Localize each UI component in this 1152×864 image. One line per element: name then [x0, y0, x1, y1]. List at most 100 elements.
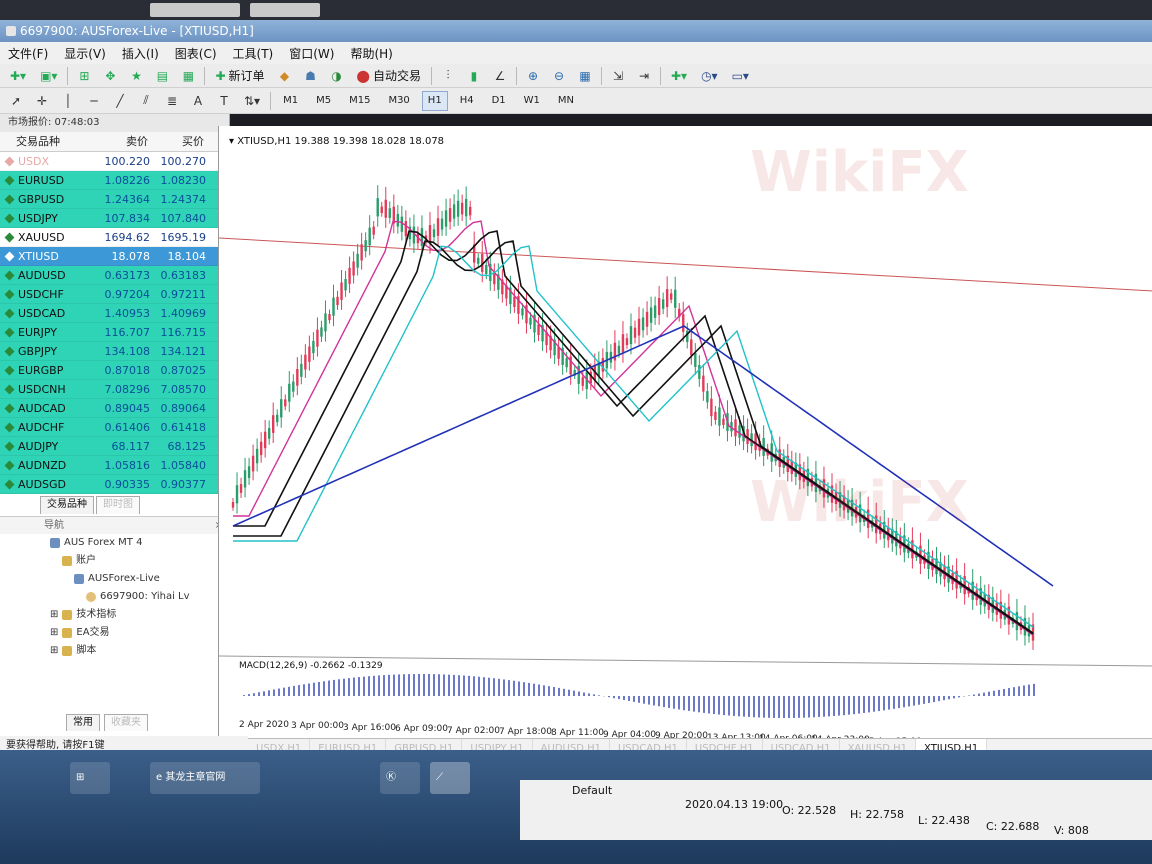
candle-body [706, 391, 709, 403]
symbol-diamond-icon [4, 175, 15, 185]
menu-window[interactable]: 窗口(W) [289, 45, 334, 62]
chart-window[interactable]: ▾ XTIUSD,H1 19.388 19.398 18.028 18.078 … [218, 126, 1152, 752]
ask-price: 107.840 [160, 212, 207, 225]
market-watch-icon[interactable]: ⊞ [74, 66, 94, 86]
symbol-row-usdcad[interactable]: USDCAD 1.40953 1.40969 [0, 304, 229, 323]
bar-chart-icon[interactable]: ⫶ [438, 66, 458, 86]
indicators-icon[interactable]: ✚▾ [667, 66, 691, 86]
trendline-icon[interactable]: ╱ [110, 91, 130, 111]
candle-body [637, 318, 641, 336]
tree-label: 账户 [76, 555, 96, 566]
vertical-line-icon[interactable]: │ [58, 91, 78, 111]
signals-icon[interactable]: ◑ [327, 66, 347, 86]
menu-file[interactable]: 文件(F) [8, 45, 48, 62]
crosshair-icon[interactable]: ✛ [32, 91, 52, 111]
start-button[interactable]: ⊞ [70, 762, 110, 794]
tab-tick-chart[interactable]: 即时图 [96, 496, 140, 514]
symbol-row-gbpjpy[interactable]: GBPJPY 134.108 134.121 [0, 342, 229, 361]
symbol-row-usdcnh[interactable]: USDCNH 7.08296 7.08570 [0, 380, 229, 399]
new-order-button[interactable]: ✚ 新订单 [211, 66, 268, 86]
tree-item-experts[interactable]: ⊞ EA交易 [50, 624, 229, 642]
column-ask[interactable]: 买价 [148, 132, 204, 151]
menu-charts[interactable]: 图表(C) [175, 45, 217, 62]
zoom-out-icon[interactable]: ⊖ [549, 66, 569, 86]
tab-common[interactable]: 常用 [66, 714, 100, 731]
symbol-row-audchf[interactable]: AUDCHF 0.61406 0.61418 [0, 418, 229, 437]
fibonacci-icon[interactable]: ≣ [162, 91, 182, 111]
options-icon[interactable]: ☗ [301, 66, 321, 86]
symbol-row-eurgbp[interactable]: EURGBP 0.87018 0.87025 [0, 361, 229, 380]
text-label-icon[interactable]: T [214, 91, 234, 111]
arrows-icon[interactable]: ⇅▾ [240, 91, 264, 111]
tree-item-terminal[interactable]: AUS Forex MT 4 [50, 534, 229, 552]
window-titlebar[interactable]: 6697900: AUSForex-Live - [XTIUSD,H1] [0, 20, 1152, 42]
taskbar-app[interactable]: Ⓚ [380, 762, 420, 794]
navigator-icon[interactable]: ★ [126, 66, 146, 86]
taskbar-browser[interactable]: e 其龙主章官网 [150, 762, 260, 794]
candle-body [754, 433, 757, 451]
symbol-row-eurusd[interactable]: EURUSD 1.08226 1.08230 [0, 171, 229, 190]
line-chart-icon[interactable]: ∠ [490, 66, 510, 86]
tree-item-accounts[interactable]: 账户 [50, 552, 229, 570]
tree-item-account[interactable]: 6697900: Yihai Lv [50, 588, 229, 606]
symbol-row-audjpy[interactable]: AUDJPY 68.117 68.125 [0, 437, 229, 456]
periods-icon[interactable]: ◷▾ [697, 66, 722, 86]
timeframe-m5[interactable]: M5 [310, 91, 337, 111]
auto-scroll-icon[interactable]: ⇲ [608, 66, 628, 86]
symbol-row-audsgd[interactable]: AUDSGD 0.90335 0.90377 [0, 475, 229, 494]
auto-trading-button[interactable]: ⬤ 自动交易 [353, 66, 425, 86]
timeframe-w1[interactable]: W1 [518, 91, 546, 111]
symbol-row-usdx[interactable]: USDX 100.220 100.270 [0, 152, 229, 171]
symbol-row-gbpusd[interactable]: GBPUSD 1.24364 1.24374 [0, 190, 229, 209]
taskbar-mt4[interactable]: ⟋ [430, 762, 470, 794]
tile-windows-icon[interactable]: ▦ [575, 66, 595, 86]
new-chart-icon[interactable]: ✚▾ [6, 66, 30, 86]
tab-favorites[interactable]: 收藏夹 [104, 714, 148, 731]
cursor-icon[interactable]: ➚ [6, 91, 26, 111]
tree-item-scripts[interactable]: ⊞ 脚本 [50, 642, 229, 660]
terminal-icon[interactable]: ▤ [152, 66, 172, 86]
taskbar-ghost [250, 3, 320, 17]
symbol-row-audcad[interactable]: AUDCAD 0.89045 0.89064 [0, 399, 229, 418]
column-symbol[interactable]: 交易品种 [0, 132, 92, 151]
column-bid[interactable]: 卖价 [92, 132, 148, 151]
symbol-row-eurjpy[interactable]: EURJPY 116.707 116.715 [0, 323, 229, 342]
profile-name[interactable]: Default [572, 784, 612, 797]
symbol-row-usdchf[interactable]: USDCHF 0.97204 0.97211 [0, 285, 229, 304]
horizontal-line-icon[interactable]: ─ [84, 91, 104, 111]
menu-view[interactable]: 显示(V) [64, 45, 106, 62]
expand-icon: ⊞ [50, 645, 59, 656]
symbol-diamond-icon [4, 403, 15, 413]
timeframe-h4[interactable]: H4 [454, 91, 480, 111]
timeframe-h1[interactable]: H1 [421, 90, 448, 111]
symbol-row-audusd[interactable]: AUDUSD 0.63173 0.63183 [0, 266, 229, 285]
symbol-row-xauusd[interactable]: XAUUSD 1694.62 1695.19 [0, 228, 229, 247]
templates-icon[interactable]: ▭▾ [728, 66, 753, 86]
timeframe-m1[interactable]: M1 [277, 91, 304, 111]
channel-icon[interactable]: ⫽ [136, 91, 156, 111]
candlestick-icon[interactable]: ▮ [464, 66, 484, 86]
data-window-icon[interactable]: ✥ [100, 66, 120, 86]
tree-item-indicators[interactable]: ⊞ 技术指标 [50, 606, 229, 624]
metaeditor-icon[interactable]: ◆ [275, 66, 295, 86]
chart-shift-icon[interactable]: ⇥ [634, 66, 654, 86]
timeframe-m15[interactable]: M15 [343, 91, 376, 111]
menu-tools[interactable]: 工具(T) [233, 45, 274, 62]
tree-item-server[interactable]: AUSForex-Live [50, 570, 229, 588]
candle-body [452, 204, 456, 219]
price-chart[interactable] [219, 126, 1152, 752]
symbol-row-xtiusd[interactable]: XTIUSD 18.078 18.104 [0, 247, 229, 266]
text-icon[interactable]: A [188, 91, 208, 111]
timeframe-m30[interactable]: M30 [382, 91, 415, 111]
timeframe-d1[interactable]: D1 [486, 91, 512, 111]
bid-price: 116.707 [104, 326, 151, 339]
zoom-in-icon[interactable]: ⊕ [523, 66, 543, 86]
tab-symbols[interactable]: 交易品种 [40, 496, 94, 514]
timeframe-mn[interactable]: MN [552, 91, 580, 111]
symbol-row-audnzd[interactable]: AUDNZD 1.05816 1.05840 [0, 456, 229, 475]
menu-insert[interactable]: 插入(I) [122, 45, 159, 62]
profiles-icon[interactable]: ▣▾ [36, 66, 61, 86]
strategy-tester-icon[interactable]: ▦ [178, 66, 198, 86]
menu-help[interactable]: 帮助(H) [350, 45, 392, 62]
symbol-row-usdjpy[interactable]: USDJPY 107.834 107.840 [0, 209, 229, 228]
